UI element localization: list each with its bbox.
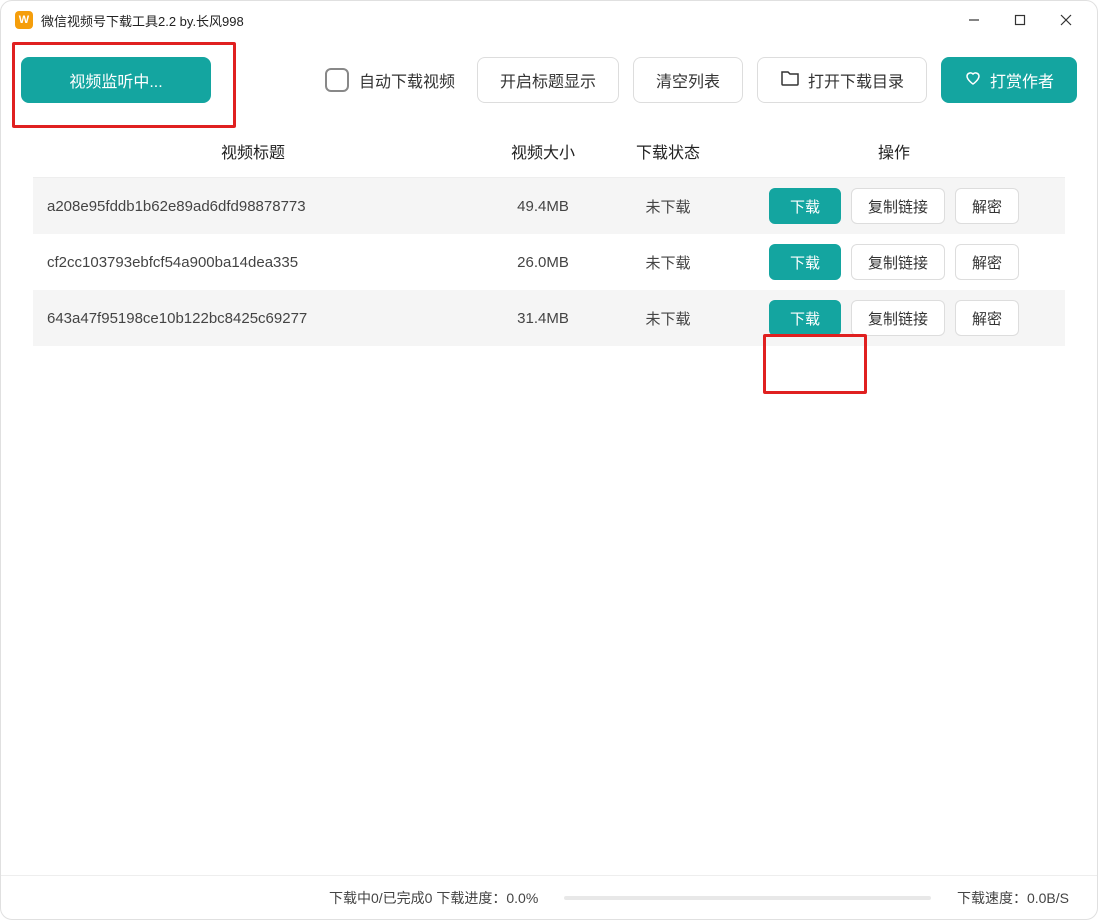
copy-link-button[interactable]: 复制链接 <box>851 300 945 336</box>
col-title: 视频标题 <box>33 125 473 178</box>
maximize-button[interactable] <box>997 5 1043 35</box>
open-folder-label: 打开下载目录 <box>808 68 904 92</box>
copy-link-button[interactable]: 复制链接 <box>851 188 945 224</box>
cell-size: 26.0MB <box>473 234 613 290</box>
clear-list-button[interactable]: 清空列表 <box>633 57 743 103</box>
toolbar: 视频监听中... 自动下载视频 开启标题显示 清空列表 打开下载目录 打赏作者 <box>1 39 1097 125</box>
statusbar: 下载中0/已完成0 下载进度：0.0% 下载速度：0.0B/S <box>1 875 1097 919</box>
progress-bar <box>564 896 931 900</box>
donate-label: 打赏作者 <box>990 68 1054 92</box>
window-title: 微信视频号下载工具2.2 by.长风998 <box>41 11 951 30</box>
table-row: a208e95fddb1b62e89ad6dfd9887877349.4MB未下… <box>33 178 1065 235</box>
open-folder-button[interactable]: 打开下载目录 <box>757 57 927 103</box>
copy-link-button[interactable]: 复制链接 <box>851 244 945 280</box>
heart-icon <box>964 69 982 92</box>
cell-actions: 下载复制链接解密 <box>723 178 1065 235</box>
checkbox-icon <box>325 68 349 92</box>
donate-button[interactable]: 打赏作者 <box>941 57 1077 103</box>
cell-actions: 下载复制链接解密 <box>723 234 1065 290</box>
cell-actions: 下载复制链接解密 <box>723 290 1065 346</box>
status-speed: 下载速度：0.0B/S <box>957 888 1069 908</box>
col-size: 视频大小 <box>473 125 613 178</box>
cell-size: 31.4MB <box>473 290 613 346</box>
col-action: 操作 <box>723 125 1065 178</box>
download-button[interactable]: 下载 <box>769 188 841 224</box>
table-row: 643a47f95198ce10b122bc8425c6927731.4MB未下… <box>33 290 1065 346</box>
cell-title: 643a47f95198ce10b122bc8425c69277 <box>33 290 473 346</box>
download-button[interactable]: 下载 <box>769 300 841 336</box>
decrypt-button[interactable]: 解密 <box>955 244 1019 280</box>
download-button[interactable]: 下载 <box>769 244 841 280</box>
status-progress: 下载中0/已完成0 下载进度：0.0% <box>329 888 538 908</box>
col-status: 下载状态 <box>613 125 723 178</box>
show-title-button[interactable]: 开启标题显示 <box>477 57 619 103</box>
auto-download-label: 自动下载视频 <box>359 68 455 92</box>
video-table: 视频标题 视频大小 下载状态 操作 a208e95fddb1b62e89ad6d… <box>33 125 1065 346</box>
decrypt-button[interactable]: 解密 <box>955 188 1019 224</box>
cell-status: 未下载 <box>613 290 723 346</box>
cell-status: 未下载 <box>613 178 723 235</box>
minimize-button[interactable] <box>951 5 997 35</box>
cell-title: a208e95fddb1b62e89ad6dfd98878773 <box>33 178 473 235</box>
folder-icon <box>780 69 800 92</box>
decrypt-button[interactable]: 解密 <box>955 300 1019 336</box>
table-area: 视频标题 视频大小 下载状态 操作 a208e95fddb1b62e89ad6d… <box>1 125 1097 875</box>
close-button[interactable] <box>1043 5 1089 35</box>
titlebar: W 微信视频号下载工具2.2 by.长风998 <box>1 1 1097 39</box>
monitor-button[interactable]: 视频监听中... <box>21 57 211 103</box>
cell-title: cf2cc103793ebfcf54a900ba14dea335 <box>33 234 473 290</box>
cell-status: 未下载 <box>613 234 723 290</box>
auto-download-checkbox[interactable]: 自动下载视频 <box>325 68 455 92</box>
app-icon: W <box>15 11 33 29</box>
table-row: cf2cc103793ebfcf54a900ba14dea33526.0MB未下… <box>33 234 1065 290</box>
cell-size: 49.4MB <box>473 178 613 235</box>
